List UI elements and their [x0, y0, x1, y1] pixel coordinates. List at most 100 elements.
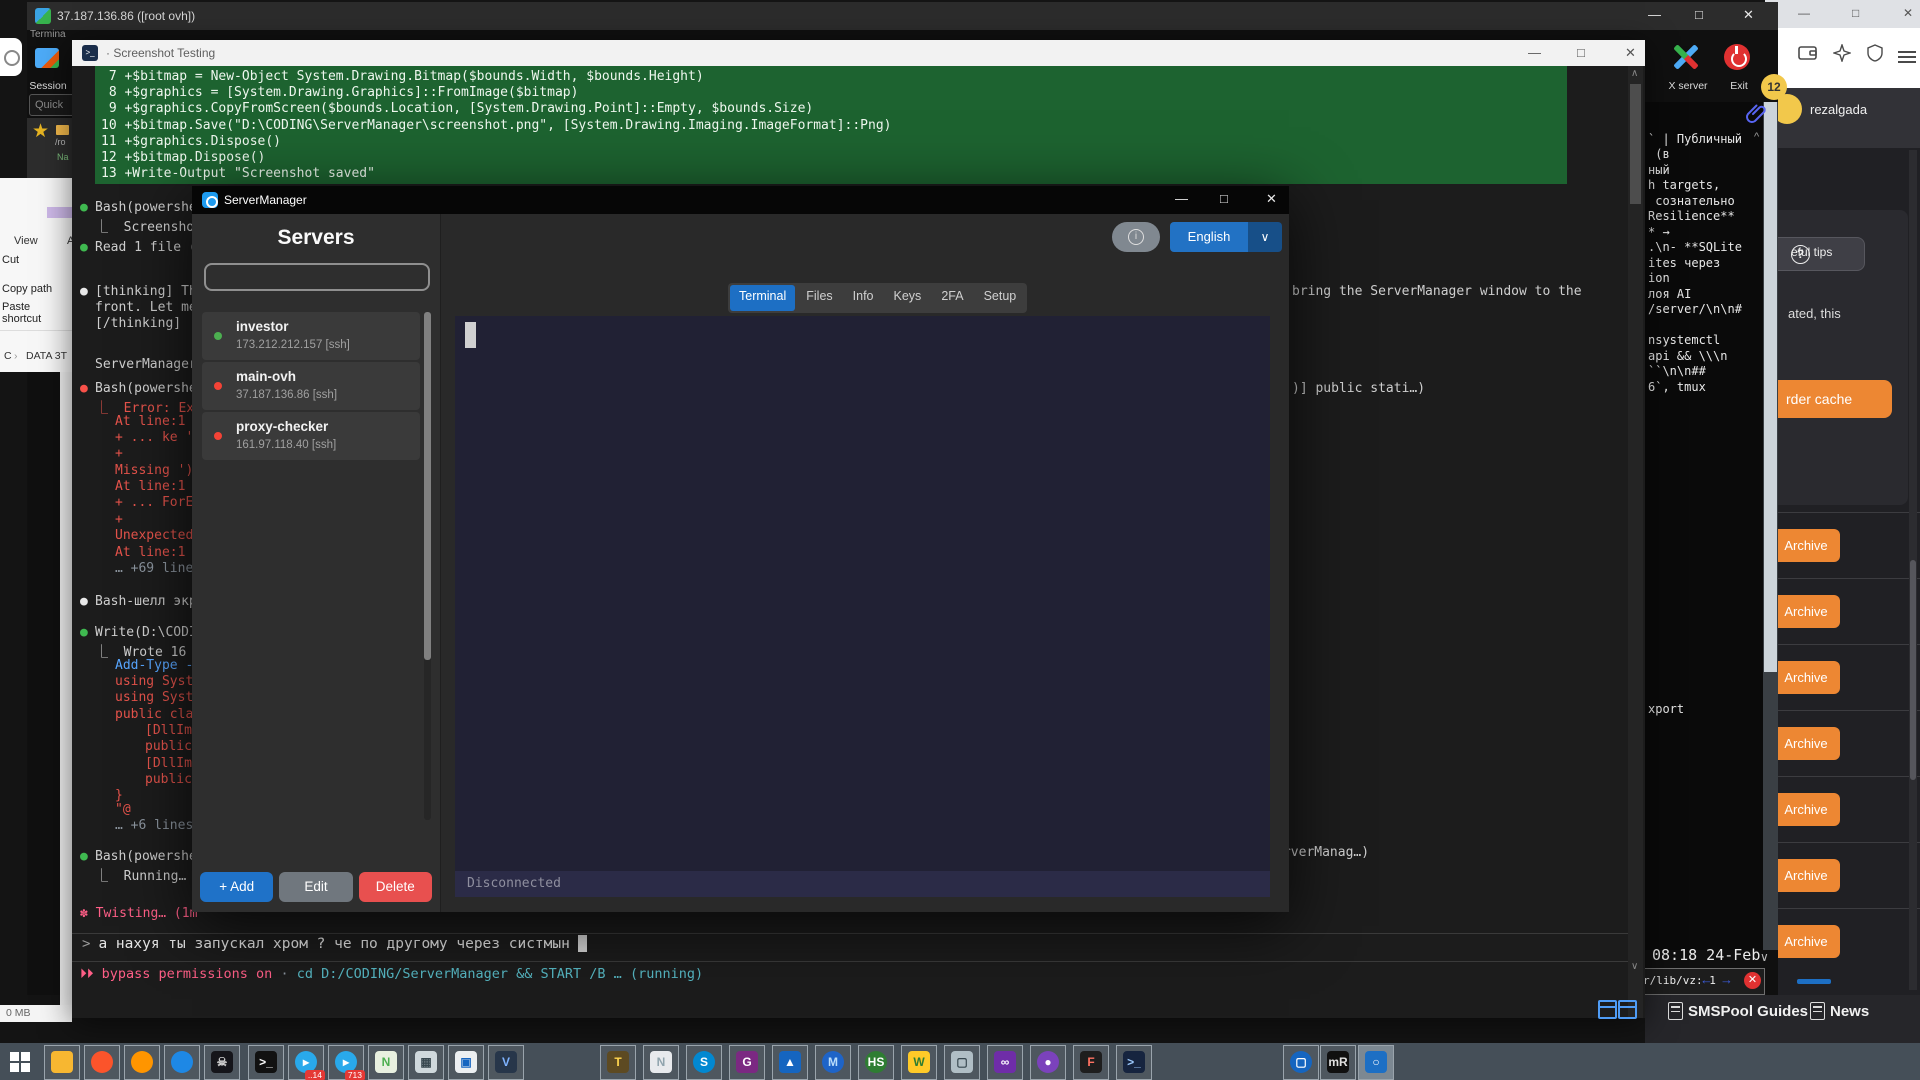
pinned-widget[interactable]: [0, 38, 22, 76]
exit-label[interactable]: Exit: [1727, 80, 1751, 92]
server-name: main-ovh: [236, 369, 296, 384]
terminal-text: Resilience**: [1648, 209, 1735, 223]
servermanager-titlebar[interactable]: ServerManager — □ ✕: [192, 186, 1289, 214]
taskbar-telegram-1[interactable]: ▸..14: [288, 1045, 324, 1080]
permissions-status[interactable]: ⏵⏵ bypass permissions on: [80, 966, 272, 982]
taskbar-proxy-tool[interactable]: ☠: [204, 1045, 240, 1080]
session-icon[interactable]: [35, 48, 59, 68]
servermanager-icon: [202, 192, 218, 208]
grid-icon[interactable]: [1618, 1000, 1637, 1019]
taskbar-anydesk[interactable]: ▢: [1283, 1045, 1319, 1080]
taskbar-powershell[interactable]: >_: [1116, 1045, 1152, 1080]
taskbar-calculator[interactable]: ▦: [408, 1045, 444, 1080]
add-server-button[interactable]: + Add: [200, 872, 273, 902]
close-icon[interactable]: ✕: [1266, 191, 1277, 207]
hs-app-icon: HS: [865, 1051, 887, 1073]
scroll-up-icon[interactable]: ^: [1754, 131, 1759, 143]
exit-icon[interactable]: [1724, 44, 1750, 70]
taskbar-thunderbird[interactable]: [164, 1045, 200, 1080]
archive-button[interactable]: Archive: [1772, 727, 1840, 760]
archive-button[interactable]: Archive: [1772, 859, 1840, 892]
maximize-icon[interactable]: □: [1695, 7, 1703, 22]
taskbar-system-monitor[interactable]: ▢: [944, 1045, 980, 1080]
taskbar-brave-browser[interactable]: [84, 1045, 120, 1080]
powershell-icon: >_: [1123, 1051, 1145, 1073]
list-scrollbar[interactable]: [424, 312, 431, 820]
taskbar-file-explorer[interactable]: [44, 1045, 80, 1080]
x-server-icon[interactable]: [1672, 44, 1698, 70]
taskbar-vector-tool[interactable]: V: [488, 1045, 524, 1080]
taskbar-visual-studio[interactable]: ∞: [987, 1045, 1023, 1080]
taskbar-telegram-2[interactable]: ▸713: [328, 1045, 364, 1080]
arrow-left-icon[interactable]: ←: [1700, 972, 1713, 987]
claude-scrollbar[interactable]: ∧ ∨: [1628, 66, 1643, 1018]
delete-server-button[interactable]: Delete: [359, 872, 432, 902]
taskbar-blue-swirl-app[interactable]: S: [686, 1045, 722, 1080]
archive-button[interactable]: Archive: [1772, 595, 1840, 628]
ssh-terminal-panel[interactable]: Disconnected: [455, 316, 1270, 897]
tab-terminal[interactable]: Terminal: [730, 285, 795, 311]
server-list-item[interactable]: main-ovh37.187.136.86 [ssh]: [202, 362, 420, 410]
server-list-item[interactable]: investor173.212.212.157 [ssh]: [202, 312, 420, 360]
info-button[interactable]: i: [1112, 222, 1160, 252]
blue-swirl-app-icon: S: [693, 1051, 715, 1073]
tab-info[interactable]: Info: [844, 285, 883, 311]
taskbar-mremoteng[interactable]: mR: [1320, 1045, 1356, 1080]
terminal-cursor: [465, 322, 476, 348]
taskbar-photos[interactable]: ▲: [772, 1045, 808, 1080]
grid-icon[interactable]: [1598, 1000, 1617, 1019]
taskbar-notepad[interactable]: N: [643, 1045, 679, 1080]
minimize-icon[interactable]: —: [1648, 7, 1661, 22]
tab-2fa[interactable]: 2FA: [932, 285, 972, 311]
find-bar[interactable]: r/lib/vz: 1 ← → ✕: [1637, 968, 1765, 995]
browser-scrollbar[interactable]: [1909, 150, 1917, 990]
edit-server-button[interactable]: Edit: [279, 872, 352, 902]
scroll-up-icon[interactable]: ∧: [1631, 68, 1638, 79]
minimize-icon[interactable]: —: [1175, 191, 1188, 206]
paperclip-icon[interactable]: [1745, 102, 1769, 126]
news-link[interactable]: News: [1830, 1003, 1869, 1020]
breadcrumb-drive[interactable]: C: [4, 350, 12, 362]
x-server-label[interactable]: X server: [1665, 80, 1711, 92]
terminal-titlebar[interactable]: 37.187.136.86 ([root ovh]) — □ ✕: [27, 2, 1778, 30]
server-list-item[interactable]: proxy-checker161.97.118.40 [ssh]: [202, 412, 420, 460]
taskbar-hs-app[interactable]: HS: [858, 1045, 894, 1080]
taskbar-figma[interactable]: F: [1073, 1045, 1109, 1080]
server-search-input[interactable]: [204, 263, 430, 291]
archive-button[interactable]: Archive: [1772, 529, 1840, 562]
tab-setup[interactable]: Setup: [975, 285, 1026, 311]
terminal-scrollbar[interactable]: [1763, 102, 1778, 950]
taskbar-notepad-plus-plus[interactable]: N: [368, 1045, 404, 1080]
archive-button[interactable]: Archive: [1772, 925, 1840, 958]
blue-indicator: [1797, 979, 1831, 984]
taskbar-github-desktop[interactable]: ●: [1030, 1045, 1066, 1080]
taskbar-servermanager[interactable]: ○: [1358, 1045, 1394, 1080]
tab-keys[interactable]: Keys: [885, 285, 931, 311]
folder-icon[interactable]: [56, 125, 69, 135]
taskbar-winscp[interactable]: W: [901, 1045, 937, 1080]
close-icon[interactable]: ✕: [1743, 7, 1754, 23]
star-icon[interactable]: ★: [32, 120, 49, 143]
scroll-down-icon[interactable]: ∨: [1631, 961, 1638, 972]
prompt-input[interactable]: > а нахуя ты запускал хром ? че по друго…: [82, 935, 587, 952]
start-button[interactable]: [10, 1052, 30, 1072]
language-dropdown[interactable]: English ∨: [1170, 222, 1282, 252]
maximize-icon[interactable]: □: [1220, 191, 1228, 206]
archive-button[interactable]: Archive: [1772, 793, 1840, 826]
arrow-right-icon[interactable]: →: [1720, 972, 1733, 987]
taskbar-foxit-app[interactable]: G: [729, 1045, 765, 1080]
smspool-guides-link[interactable]: SMSPool Guides: [1688, 1003, 1808, 1020]
taskbar-blue-mascot-app[interactable]: M: [815, 1045, 851, 1080]
session-button-label[interactable]: Session: [27, 80, 69, 92]
taskbar-firefox[interactable]: [124, 1045, 160, 1080]
taskbar-app-window[interactable]: ▣: [448, 1045, 484, 1080]
taskbar-toolbox[interactable]: T: [600, 1045, 636, 1080]
close-icon[interactable]: ✕: [1744, 972, 1761, 989]
menu-item-cut[interactable]: Cut: [2, 254, 19, 266]
menu-fragment[interactable]: Termina: [30, 29, 66, 40]
taskbar-cmd[interactable]: >_: [248, 1045, 284, 1080]
circle-icon: [4, 50, 20, 66]
chevron-down-icon[interactable]: ∨: [1760, 950, 1769, 964]
tab-files[interactable]: Files: [797, 285, 841, 311]
archive-button[interactable]: Archive: [1772, 661, 1840, 694]
